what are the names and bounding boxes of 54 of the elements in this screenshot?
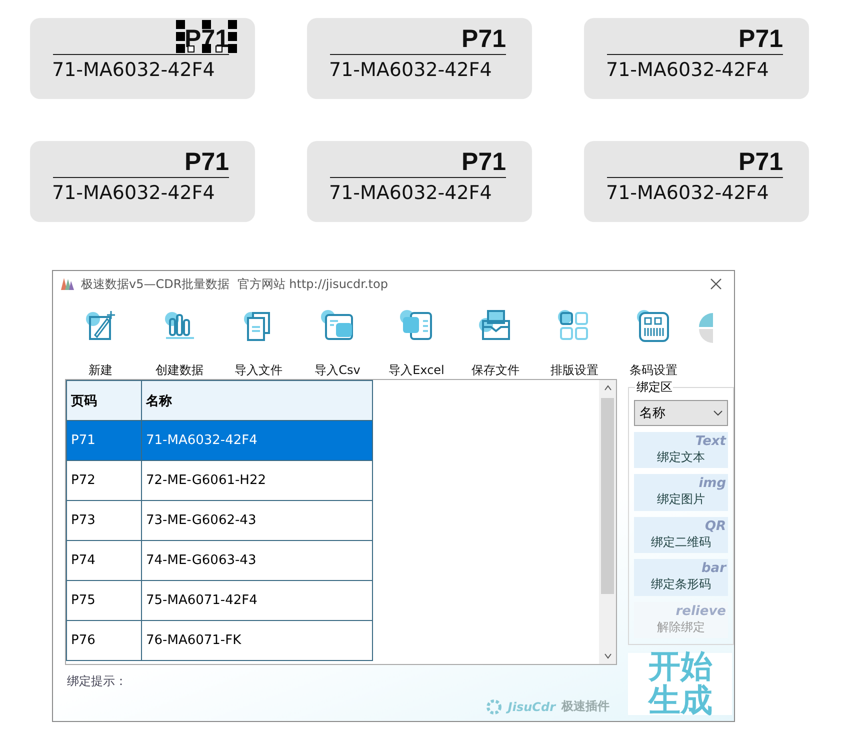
page-code: P71 bbox=[607, 147, 783, 178]
column-header[interactable]: 名称 bbox=[142, 380, 372, 420]
field-dropdown[interactable]: 名称 bbox=[634, 400, 728, 426]
table-cell: 72-ME-G6061-H22 bbox=[142, 460, 372, 500]
table-row[interactable]: P73 73-ME-G6062-43 bbox=[66, 500, 372, 540]
item-name: 71-MA6032-42F4 bbox=[606, 181, 769, 206]
page-code: P71 bbox=[330, 24, 506, 55]
table-cell: 74-ME-G6063-43 bbox=[142, 540, 372, 580]
item-name: 71-MA6032-42F4 bbox=[329, 58, 492, 83]
toolbar-button[interactable]: 保存文件 bbox=[456, 297, 535, 379]
bind-button[interactable]: Text 绑定文本 bbox=[634, 432, 728, 468]
table-cell: P73 bbox=[66, 500, 142, 540]
group-title: 绑定区 bbox=[635, 379, 674, 396]
toolbar-button[interactable]: 条码设置 bbox=[614, 297, 693, 379]
toolbar-button[interactable]: 导入Csv bbox=[298, 297, 377, 379]
toolbar-button[interactable]: 导入文件 bbox=[219, 297, 298, 379]
table-cell: 75-MA6071-42F4 bbox=[142, 580, 372, 620]
brand-tagline: 极速插件 bbox=[561, 698, 610, 715]
table-row[interactable]: P76 76-MA6071-FK bbox=[66, 620, 372, 660]
toolbar-button[interactable]: 创建数据 bbox=[140, 297, 219, 379]
item-name: 71-MA6032-42F4 bbox=[52, 58, 215, 83]
table-row[interactable]: P72 72-ME-G6061-H22 bbox=[66, 460, 372, 500]
item-name: 71-MA6032-42F4 bbox=[329, 181, 492, 206]
bind-button[interactable]: QR 绑定二维码 bbox=[634, 516, 728, 554]
app-logo-icon bbox=[59, 276, 75, 292]
table-cell: P72 bbox=[66, 460, 142, 500]
item-name: 71-MA6032-42F4 bbox=[52, 181, 215, 206]
bind-button[interactable]: bar 绑定条形码 bbox=[634, 559, 728, 596]
brand-name: JisuCdr bbox=[508, 700, 556, 714]
toolbar-button[interactable]: 新建 bbox=[61, 297, 140, 379]
bind-button[interactable]: img 绑定图片 bbox=[634, 474, 728, 511]
item-name: 71-MA6032-42F4 bbox=[606, 58, 769, 83]
table-row[interactable]: P75 75-MA6071-42F4 bbox=[66, 580, 372, 620]
page-code: P71 bbox=[607, 24, 783, 55]
window-title: 极速数据v5—CDR批量数据 官方网站 http://jisucdr.top bbox=[81, 276, 389, 292]
toolbar-button[interactable]: 排版设置 bbox=[535, 297, 614, 379]
table-cell: P75 bbox=[66, 580, 142, 620]
bind-hint-label: 绑定提示： bbox=[67, 673, 128, 690]
column-header[interactable]: 页码 bbox=[66, 380, 142, 420]
table-cell: 71-MA6032-42F4 bbox=[142, 420, 372, 460]
close-icon[interactable] bbox=[710, 278, 722, 290]
page-code: P71 bbox=[330, 147, 506, 178]
page-code: P71 bbox=[53, 147, 229, 178]
selection-handles-icon[interactable] bbox=[176, 20, 238, 54]
table-row[interactable]: P71 71-MA6032-42F4 bbox=[66, 420, 372, 460]
table-cell: 73-ME-G6062-43 bbox=[142, 500, 372, 540]
table-row[interactable]: P74 74-ME-G6063-43 bbox=[66, 540, 372, 580]
toolbar-button[interactable]: 导入Excel bbox=[377, 297, 456, 379]
table-cell: P76 bbox=[66, 620, 142, 660]
scrollbar[interactable] bbox=[599, 380, 616, 664]
table-cell: 76-MA6071-FK bbox=[142, 620, 372, 660]
table-cell: P71 bbox=[66, 420, 142, 460]
chevron-down-icon bbox=[713, 408, 723, 417]
table-cell: P74 bbox=[66, 540, 142, 580]
